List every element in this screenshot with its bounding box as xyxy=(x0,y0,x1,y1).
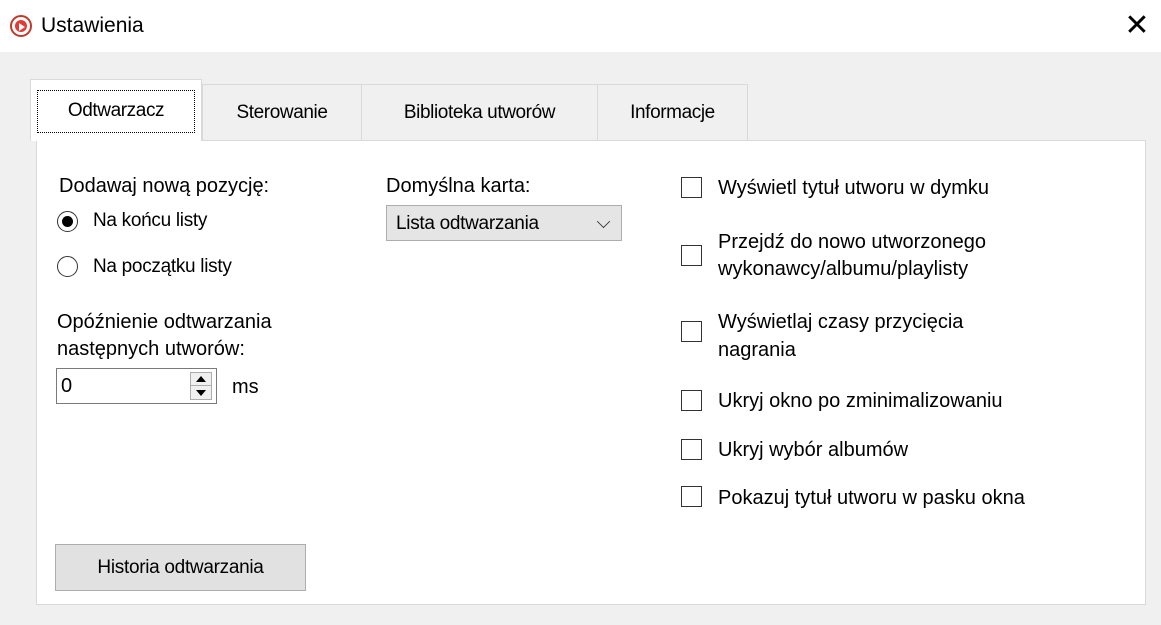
checkbox-show-trim-times-label-1[interactable]: Wyświetlaj czasy przycięcia xyxy=(718,310,963,334)
checkbox-show-trim-times-label-2[interactable]: nagrania xyxy=(718,338,796,362)
default-tab-value: Lista odtwarzania xyxy=(396,213,539,234)
radio-start-of-list[interactable] xyxy=(57,256,78,277)
checkbox-hide-album-picker[interactable] xyxy=(681,439,702,460)
radio-end-of-list-label[interactable]: Na końcu listy xyxy=(93,209,207,233)
title-bar: Ustawienia ✕ xyxy=(0,0,1161,52)
arrow-up-icon[interactable] xyxy=(191,373,211,386)
checkbox-title-in-window-bar[interactable] xyxy=(681,486,702,507)
radio-end-of-list[interactable] xyxy=(57,211,78,232)
checkbox-show-title-tooltip-label[interactable]: Wyświetl tytuł utworu w dymku xyxy=(718,176,989,200)
delay-label-line1: Opóźnienie odtwarzania xyxy=(57,311,272,333)
checkbox-hide-on-minimize-label[interactable]: Ukryj okno po zminimalizowaniu xyxy=(718,389,1003,413)
tab-sterowanie[interactable]: Sterowanie xyxy=(202,84,362,140)
checkbox-go-to-new-item-label-1[interactable]: Przejdź do nowo utworzonego xyxy=(718,230,986,254)
add-position-label: Dodawaj nową pozycję: xyxy=(59,175,270,197)
window-title: Ustawienia xyxy=(41,14,144,37)
delay-stepper[interactable]: 0 xyxy=(56,368,217,404)
radio-start-of-list-label[interactable]: Na początku listy xyxy=(93,255,232,279)
checkbox-hide-on-minimize[interactable] xyxy=(681,390,702,411)
delay-value[interactable]: 0 xyxy=(61,374,72,398)
tab-biblioteka-utworow[interactable]: Biblioteka utworów xyxy=(361,84,598,140)
arrow-down-icon[interactable] xyxy=(191,386,211,399)
tab-label: Sterowanie xyxy=(236,102,328,123)
checkbox-go-to-new-item[interactable] xyxy=(681,245,702,266)
tab-odtwarzacz[interactable]: Odtwarzacz xyxy=(30,79,202,141)
focus-rect xyxy=(37,90,195,133)
chevron-down-icon xyxy=(596,214,611,229)
tab-label: Biblioteka utworów xyxy=(403,102,556,123)
tab-informacje[interactable]: Informacje xyxy=(597,84,748,140)
default-tab-label: Domyślna karta: xyxy=(386,175,531,197)
delay-unit: ms xyxy=(232,376,259,398)
checkbox-show-trim-times[interactable] xyxy=(681,321,702,342)
tab-label: Informacje xyxy=(630,102,715,123)
play-circle-icon xyxy=(10,15,32,37)
close-button[interactable]: ✕ xyxy=(1118,8,1156,44)
playback-history-button[interactable]: Historia odtwarzania xyxy=(55,544,306,591)
checkbox-show-title-tooltip[interactable] xyxy=(681,177,702,198)
stepper-buttons xyxy=(190,372,212,400)
checkbox-hide-album-picker-label[interactable]: Ukryj wybór albumów xyxy=(718,438,908,462)
checkbox-title-in-window-bar-label[interactable]: Pokazuj tytuł utworu w pasku okna xyxy=(718,486,1025,510)
default-tab-select[interactable]: Lista odtwarzania xyxy=(386,205,622,241)
checkbox-go-to-new-item-label-2[interactable]: wykonawcy/albumu/playlisty xyxy=(718,257,968,281)
delay-label-line2: następnych utworów: xyxy=(57,338,245,360)
